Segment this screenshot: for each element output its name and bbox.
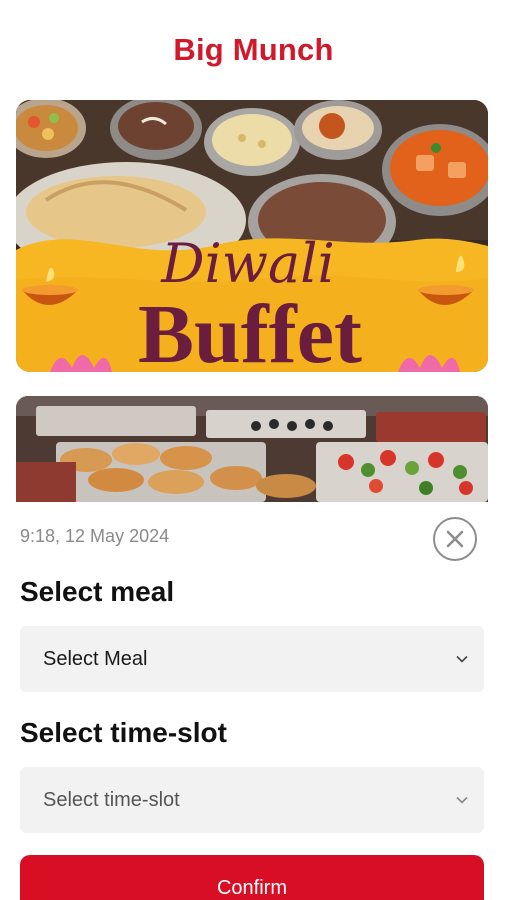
booking-screen: Big Munch Diwali Buffet 9:18, 12 May 202… — [0, 0, 507, 900]
close-icon — [446, 530, 464, 548]
timeslot-select[interactable]: Select time-slot — [20, 767, 484, 833]
diwali-buffet-banner: Diwali Buffet — [16, 100, 488, 372]
brand-title: Big Munch — [173, 32, 334, 67]
buffet-photo — [16, 396, 488, 502]
meal-select-value: Select Meal — [43, 647, 148, 670]
meal-select[interactable]: Select Meal — [20, 626, 484, 692]
banner-title-script: Diwali — [160, 232, 335, 295]
chevron-down-icon — [456, 655, 468, 663]
confirm-button-label: Confirm — [216, 877, 287, 899]
confirm-button[interactable]: Confirm — [20, 855, 484, 900]
banner-title-main: Buffet — [138, 288, 362, 372]
chevron-down-icon — [456, 796, 468, 804]
timeslot-section-title: Select time-slot — [20, 717, 227, 748]
close-button[interactable] — [433, 517, 477, 561]
timeslot-select-value: Select time-slot — [43, 788, 180, 811]
buffet-photo-art — [16, 396, 488, 502]
meal-section-title: Select meal — [20, 576, 175, 607]
booking-timestamp: 9:18, 12 May 2024 — [20, 526, 170, 546]
banner-artwork: Diwali Buffet — [16, 100, 488, 372]
